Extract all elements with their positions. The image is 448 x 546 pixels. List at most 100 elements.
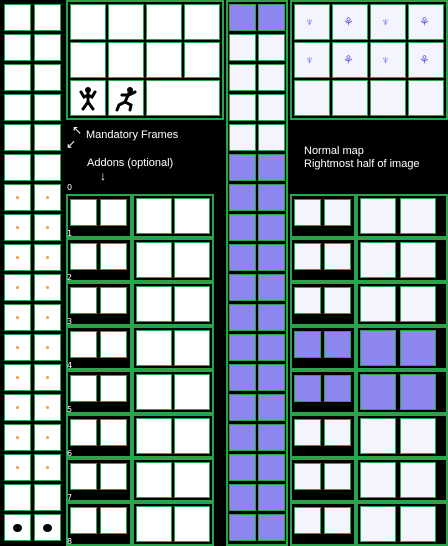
normal-strip-frame — [258, 424, 285, 451]
normal-mandatory-frame: ⚘ — [332, 4, 368, 40]
normal-addon-frame-small — [294, 463, 321, 490]
normal-addon-frame-small — [294, 331, 321, 358]
normal-strip-frame — [229, 424, 256, 451]
normal-strip-frame — [229, 334, 256, 361]
normal-addon-frame-small — [324, 243, 351, 270]
normal-strip-frame — [229, 4, 256, 31]
addon-frame-large — [136, 198, 172, 234]
running-figure-icon: ⚘ — [343, 15, 354, 29]
left-frame — [34, 454, 61, 481]
normal-mandatory-frame: ♆ — [294, 4, 330, 40]
addon-frame-large — [174, 242, 210, 278]
mandatory-frame-6 — [108, 42, 144, 78]
left-frame — [4, 64, 31, 91]
normal-strip-frame — [229, 484, 256, 511]
normal-map-label: Normal map — [304, 145, 364, 157]
addon-index: 1 — [67, 229, 73, 238]
normal-strip-frame — [258, 184, 285, 211]
normal-addon-frame-large — [400, 506, 436, 542]
sprite-dot — [46, 376, 49, 379]
normal-strip-frame — [258, 484, 285, 511]
addon-frame-large — [136, 418, 172, 454]
addon-index: 3 — [67, 317, 73, 326]
addon-index: 5 — [67, 405, 73, 414]
left-frame — [4, 124, 31, 151]
sprite-dot — [46, 256, 49, 259]
normal-addon-frame-large — [360, 198, 396, 234]
left-frame — [34, 94, 61, 121]
normal-strip-frame — [258, 94, 285, 121]
running-figure-icon: ⚘ — [419, 15, 430, 29]
addon-frame-small — [100, 331, 127, 358]
normal-strip-frame — [229, 214, 256, 241]
normal-strip-frame — [229, 94, 256, 121]
normal-strip-frame — [229, 124, 256, 151]
normal-addon-frame-small — [324, 463, 351, 490]
sprite-dot — [46, 436, 49, 439]
sprite-dot — [16, 286, 19, 289]
addon-frame-small — [100, 419, 127, 446]
normal-map-subtitle: Rightmost half of image — [304, 158, 420, 170]
sprite-dot — [16, 466, 19, 469]
normal-mandatory-frame — [332, 80, 368, 116]
left-frame — [34, 484, 61, 511]
addon-index: 6 — [67, 449, 73, 458]
normal-strip-frame — [258, 34, 285, 61]
addon-frame-small — [70, 287, 97, 314]
running-figure-icon: ⚘ — [419, 53, 430, 67]
addon-frame-small — [70, 375, 97, 402]
left-frame — [4, 394, 31, 421]
normal-strip-frame — [258, 364, 285, 391]
mandatory-frame-2 — [108, 4, 144, 40]
normal-addon-frame-large — [360, 418, 396, 454]
normal-addon-frame-large — [400, 418, 436, 454]
sprite-dot — [46, 346, 49, 349]
normal-addon-frame-small — [324, 331, 351, 358]
left-frame — [4, 244, 31, 271]
addon-frame-large — [136, 462, 172, 498]
left-frame — [4, 154, 31, 181]
normal-strip-frame — [258, 4, 285, 31]
left-frame — [34, 364, 61, 391]
sprite-dot — [46, 316, 49, 319]
addons-label: Addons (optional) — [87, 157, 174, 169]
normal-addon-frame-small — [324, 287, 351, 314]
normal-addon-frame-large — [400, 374, 436, 410]
normal-addon-frame-large — [360, 506, 396, 542]
left-frame — [4, 94, 31, 121]
normal-strip-frame — [229, 244, 256, 271]
left-frame — [34, 394, 61, 421]
running-figure-icon: ⚘ — [343, 53, 354, 67]
normal-strip-frame — [258, 214, 285, 241]
normal-addon-frame-small — [324, 199, 351, 226]
stick-figure-icon: ♆ — [305, 15, 314, 29]
normal-mandatory-frame: ♆ — [294, 42, 330, 78]
normal-mandatory-frame: ♆ — [370, 42, 406, 78]
addon-frame-small — [70, 331, 97, 358]
addon-frame-large — [174, 506, 210, 542]
mandatory-frame-9 — [70, 80, 106, 116]
stick-figure-icon: ♆ — [381, 15, 390, 29]
normal-addon-frame-large — [400, 286, 436, 322]
left-frame — [4, 274, 31, 301]
sprite-dot — [46, 466, 49, 469]
addon-frame-small — [100, 287, 127, 314]
sprite-dot — [16, 196, 19, 199]
normal-addon-frame-large — [360, 330, 396, 366]
addon-frame-small — [100, 375, 127, 402]
addon-frame-large — [136, 374, 172, 410]
normal-addon-frame-large — [360, 286, 396, 322]
normal-strip-frame — [229, 184, 256, 211]
mandatory-frame-1 — [70, 4, 106, 40]
normal-strip-frame — [258, 334, 285, 361]
normal-addon-frame-large — [400, 198, 436, 234]
addon-frame-large — [174, 418, 210, 454]
addon-frame-large — [174, 330, 210, 366]
normal-strip-frame — [229, 304, 256, 331]
normal-strip-frame — [229, 514, 256, 541]
normal-strip-frame — [229, 454, 256, 481]
normal-strip-frame — [258, 64, 285, 91]
arrow-down-icon: ↓ — [100, 169, 106, 183]
left-frame — [4, 514, 31, 541]
stick-figure-icon — [79, 87, 97, 111]
